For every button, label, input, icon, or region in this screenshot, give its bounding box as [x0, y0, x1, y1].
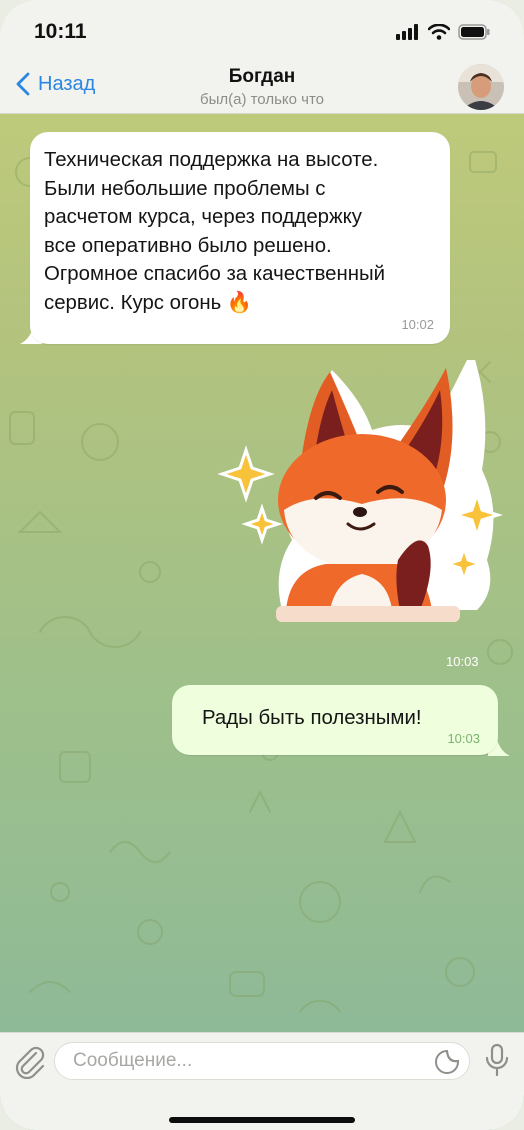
battery-icon [458, 24, 490, 40]
sticker-icon[interactable] [434, 1049, 460, 1075]
contact-info[interactable]: Богдан был(а) только что [0, 66, 524, 108]
outgoing-message[interactable]: Рады быть полезными! 10:03 [172, 685, 498, 755]
signal-icon [396, 24, 418, 40]
wifi-icon [428, 24, 450, 40]
message-time: 10:03 [447, 731, 480, 746]
home-indicator[interactable] [169, 1117, 355, 1123]
incoming-message[interactable]: Техническая поддержка на высоте. Были не… [30, 132, 450, 344]
status-icons [396, 24, 490, 40]
contact-name: Богдан [228, 66, 296, 87]
message-input-bar [0, 1032, 524, 1130]
avatar-image [458, 64, 504, 110]
message-text: Рады быть полезными! [202, 707, 422, 729]
message-text: Техническая поддержка на высоте. Были не… [44, 149, 386, 314]
paperclip-icon[interactable] [14, 1045, 46, 1079]
microphone-icon[interactable] [484, 1043, 510, 1079]
message-time: 10:02 [401, 317, 434, 332]
chat-screen: 10:11 Назад Богдан был(а) только что Тех… [0, 0, 524, 1130]
status-time: 10:11 [34, 20, 87, 43]
message-input[interactable] [54, 1042, 470, 1080]
last-seen: был(а) только что [199, 91, 324, 108]
chat-header: Назад Богдан был(а) только что [0, 56, 524, 114]
status-bar: 10:11 [0, 0, 524, 60]
fox-sticker[interactable] [212, 360, 508, 656]
avatar[interactable] [458, 64, 504, 110]
sticker-time: 10:03 [446, 654, 479, 669]
